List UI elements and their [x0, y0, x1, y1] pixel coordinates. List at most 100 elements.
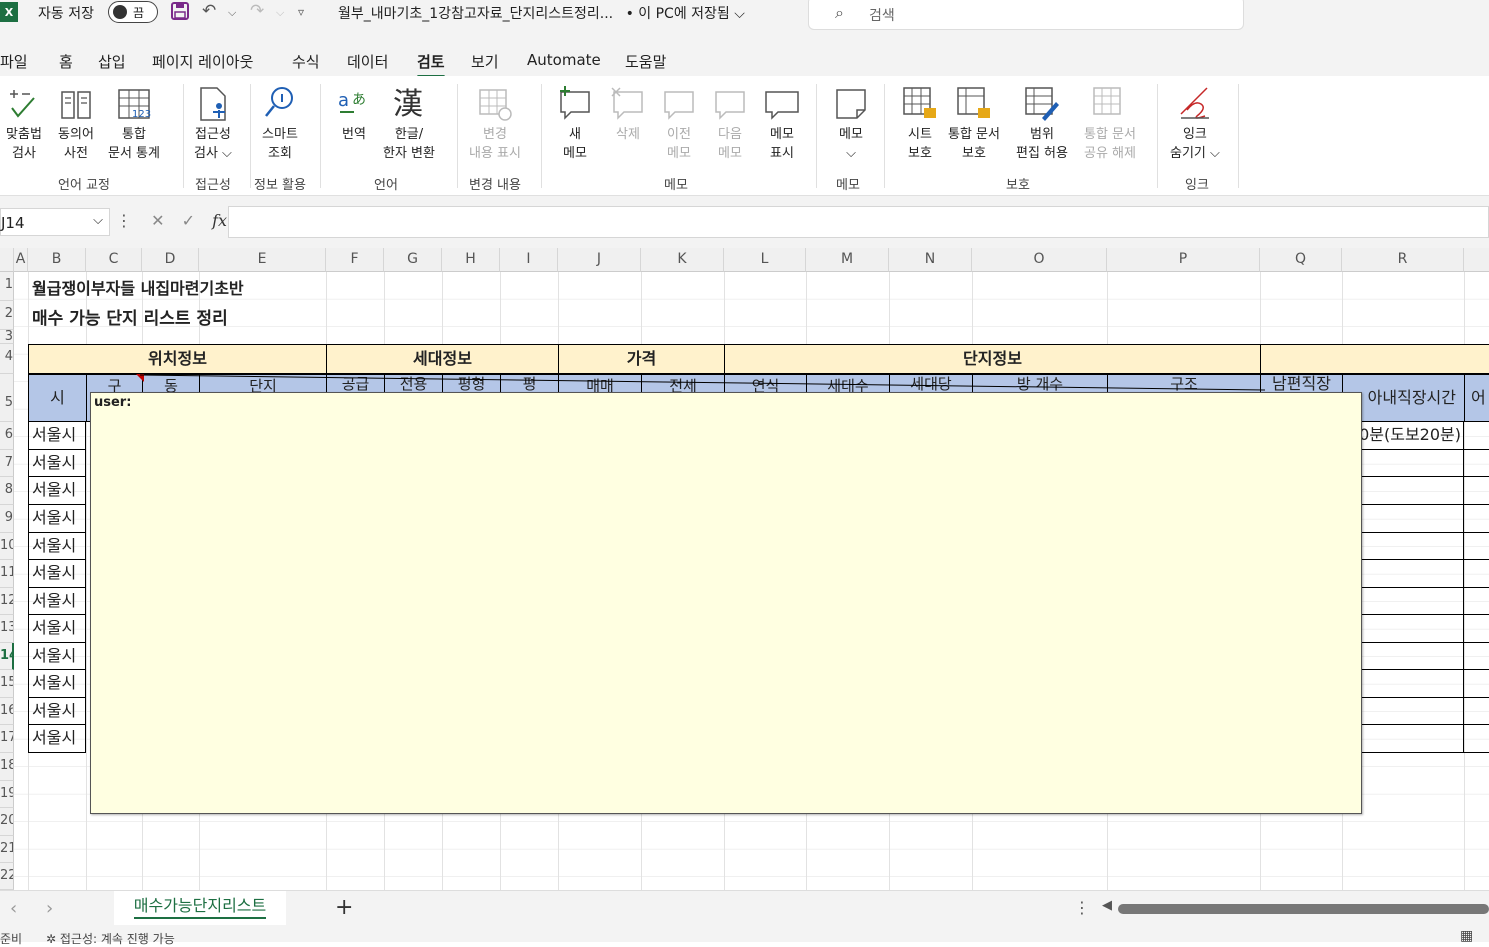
cell-etc[interactable] — [1464, 670, 1489, 698]
show-comments-button[interactable]: 메모 표시 — [764, 84, 800, 163]
col-header-g[interactable]: G — [384, 248, 442, 272]
search-box[interactable]: ⌕ 검색 — [808, 0, 1244, 30]
cell-city[interactable]: 서울시 — [28, 643, 86, 670]
customize-toolbar-icon[interactable]: ▿ — [298, 5, 304, 19]
col-header-n[interactable]: N — [889, 248, 972, 272]
select-all-corner[interactable] — [0, 248, 14, 272]
col-header-l[interactable]: L — [724, 248, 806, 272]
col-header-d[interactable]: D — [142, 248, 199, 272]
cell-city[interactable]: 서울시 — [28, 505, 86, 533]
insert-function-icon[interactable]: fx — [212, 211, 227, 230]
tab-insert[interactable]: 삽입 — [98, 51, 126, 72]
accessibility-status[interactable]: ✲ 접근성: 계속 진행 가능 — [46, 930, 175, 947]
save-location[interactable]: • 이 PC에 저장됨 ⌵ — [626, 6, 745, 22]
redo-icon[interactable]: ↷ — [250, 1, 264, 21]
col-header-a[interactable]: A — [14, 248, 28, 272]
previous-sheet-icon[interactable]: ‹ — [10, 898, 17, 919]
protect-sheet-button[interactable]: 시트 보호 — [902, 84, 938, 163]
row-header-16[interactable]: 16 — [0, 698, 14, 725]
thesaurus-button[interactable]: 동의어 사전 — [58, 84, 94, 163]
cell-etc[interactable] — [1464, 725, 1489, 753]
tab-page-layout[interactable]: 페이지 레이아웃 — [152, 51, 253, 72]
header-location-info[interactable]: 위치정보 — [28, 344, 327, 374]
row-header-8[interactable]: 8 — [0, 477, 14, 505]
spellcheck-button[interactable]: 맞춤법 검사 — [6, 84, 42, 163]
cancel-icon[interactable]: ✕ — [151, 211, 164, 230]
more-options-icon[interactable]: ⋮ — [116, 211, 132, 230]
col-header-i[interactable]: I — [500, 248, 558, 272]
col-header-c[interactable]: C — [86, 248, 142, 272]
col-header-b[interactable]: B — [28, 248, 86, 272]
cell-city[interactable]: 서울시 — [28, 615, 86, 643]
redo-dropdown-icon[interactable]: ⌵ — [276, 6, 284, 20]
hangul-hanja-button[interactable]: 漢 한글/한자 변환 — [383, 84, 435, 163]
row-header-3[interactable]: 3 — [0, 330, 14, 344]
smart-lookup-button[interactable]: 스마트 조회 — [262, 84, 298, 163]
sheet-title[interactable]: 월급쟁이부자들 내집마련기초반 — [32, 275, 244, 299]
subheader-etc[interactable]: 어 — [1464, 374, 1489, 422]
allow-edit-ranges-button[interactable]: 범위 편집 허용 — [1016, 84, 1068, 163]
cell-city[interactable]: 서울시 — [28, 725, 86, 753]
col-header-h[interactable]: H — [442, 248, 500, 272]
col-header-k[interactable]: K — [641, 248, 724, 272]
header-commute-info[interactable] — [1260, 344, 1489, 374]
cell-etc[interactable] — [1464, 450, 1489, 477]
sheet-tab-active[interactable]: 매수가능단지리스트 — [114, 891, 286, 925]
header-household-info[interactable]: 세대정보 — [326, 344, 559, 374]
cell-etc[interactable] — [1464, 560, 1489, 588]
tab-formulas[interactable]: 수식 — [292, 51, 320, 72]
row-header-1[interactable]: 1 — [0, 272, 14, 301]
cell-city[interactable]: 서울시 — [28, 450, 86, 477]
col-header-q[interactable]: Q — [1260, 248, 1342, 272]
autosave-toggle[interactable]: 끔 — [108, 1, 158, 23]
col-header-j[interactable]: J — [558, 248, 641, 272]
col-header-f[interactable]: F — [326, 248, 384, 272]
tab-automate[interactable]: Automate — [527, 51, 601, 69]
scroll-left-icon[interactable]: ◀ — [1102, 898, 1112, 913]
row-header-2[interactable]: 2 — [0, 301, 14, 330]
row-header-13[interactable]: 13 — [0, 615, 14, 643]
col-header-s[interactable] — [1464, 248, 1489, 272]
row-header-4[interactable]: 4 — [0, 344, 14, 374]
row-header-9[interactable]: 9 — [0, 505, 14, 533]
cell-city[interactable]: 서울시 — [28, 477, 86, 505]
chevron-down-icon[interactable]: ⌵ — [93, 213, 103, 228]
workbook-statistics-button[interactable]: 123 통합 문서 통계 — [108, 84, 160, 163]
row-header-5[interactable]: 5 — [0, 374, 14, 422]
col-header-r[interactable]: R — [1342, 248, 1464, 272]
row-header-15[interactable]: 15 — [0, 670, 14, 698]
col-header-m[interactable]: M — [806, 248, 889, 272]
col-header-p[interactable]: P — [1107, 248, 1260, 272]
cell-etc[interactable] — [1464, 505, 1489, 533]
show-changes-button[interactable]: 변경 내용 표시 — [469, 84, 521, 163]
tab-view[interactable]: 보기 — [471, 51, 499, 72]
horizontal-scrollbar[interactable]: ◀ — [1100, 898, 1489, 915]
save-icon[interactable] — [170, 1, 190, 26]
row-header-19[interactable]: 19 — [0, 781, 14, 808]
header-price[interactable]: 가격 — [558, 344, 725, 374]
add-sheet-button[interactable]: + — [335, 895, 353, 920]
cell-city[interactable]: 서울시 — [28, 560, 86, 588]
cell-etc[interactable] — [1464, 477, 1489, 505]
cell-etc[interactable] — [1464, 615, 1489, 643]
next-sheet-icon[interactable]: › — [46, 898, 53, 919]
previous-comment-button[interactable]: 이전 메모 — [661, 84, 697, 163]
row-header-17[interactable]: 17 — [0, 725, 14, 753]
undo-dropdown-icon[interactable]: ⌵ — [228, 6, 236, 20]
col-header-o[interactable]: O — [972, 248, 1107, 272]
scrollbar-thumb[interactable] — [1118, 904, 1489, 914]
formula-input[interactable] — [228, 206, 1489, 238]
row-header-18[interactable]: 18 — [0, 753, 14, 781]
cell-etc[interactable] — [1464, 533, 1489, 560]
cell-city[interactable]: 서울시 — [28, 422, 86, 450]
cell-etc[interactable] — [1464, 588, 1489, 615]
cell-etc[interactable] — [1464, 422, 1489, 450]
next-comment-button[interactable]: 다음 메모 — [712, 84, 748, 163]
row-header-6[interactable]: 6 — [0, 422, 14, 450]
more-options-icon[interactable]: ⋮ — [1074, 898, 1090, 917]
row-header-21[interactable]: 21 — [0, 836, 14, 863]
row-header-11[interactable]: 11 — [0, 560, 14, 588]
protect-workbook-button[interactable]: 통합 문서 보호 — [948, 84, 1000, 163]
comment-box[interactable]: user: — [90, 392, 1362, 814]
undo-icon[interactable]: ↶ — [202, 1, 216, 21]
